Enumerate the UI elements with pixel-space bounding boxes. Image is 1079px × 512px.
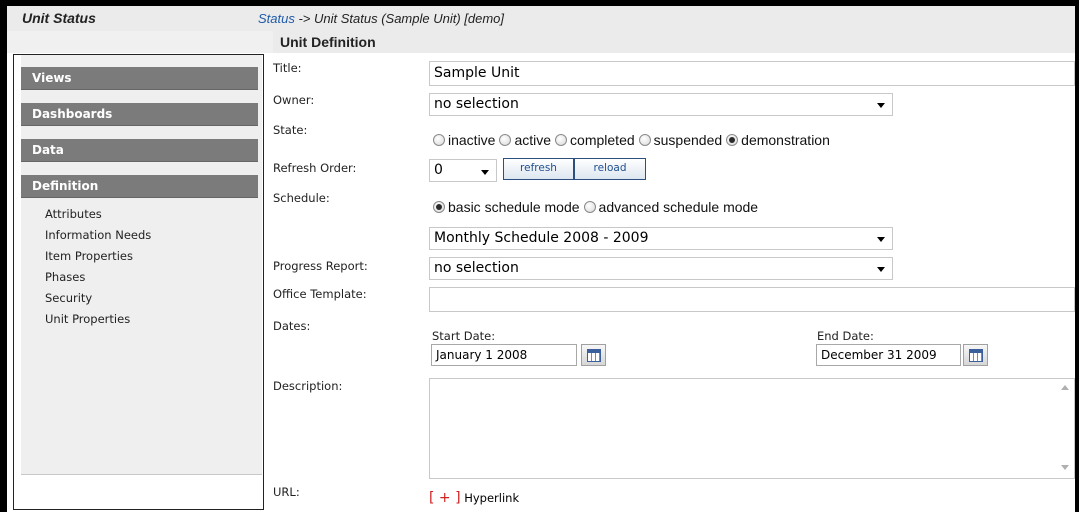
progress-report-value: no selection (434, 260, 519, 276)
schedule-mode-label: advanced schedule mode (598, 199, 759, 215)
sidebar-item-attributes[interactable]: Attributes (45, 207, 102, 221)
radio-selected-icon[interactable] (726, 134, 739, 146)
calendar-icon (969, 349, 983, 362)
add-hyperlink-icon[interactable]: [ + ] (429, 490, 461, 506)
scroll-down-icon[interactable] (1061, 465, 1069, 470)
url-label: URL: (273, 485, 300, 499)
radio-icon[interactable] (583, 201, 596, 213)
chevron-down-icon (877, 237, 885, 242)
sidebar-item-security[interactable]: Security (45, 291, 92, 305)
state-label: State: (273, 123, 308, 137)
sidebar-data[interactable]: Data (21, 139, 258, 162)
reload-button[interactable]: reload (574, 158, 646, 180)
end-date-calendar-button[interactable] (963, 344, 988, 366)
state-option-label: inactive (448, 132, 496, 148)
refresh-button[interactable]: refresh (503, 158, 574, 180)
description-label: Description: (273, 379, 343, 393)
sidebar-panel: Views Dashboards Data Definition Attribu… (21, 55, 262, 475)
state-option-completed[interactable]: completed (555, 132, 635, 148)
add-hyperlink[interactable]: [ + ] Hyperlink (429, 490, 519, 506)
state-option-label: suspended (653, 132, 723, 148)
radio-icon[interactable] (555, 134, 568, 146)
office-template-input[interactable] (429, 287, 1075, 312)
breadcrumb: Status -> Unit Status (Sample Unit) [dem… (258, 11, 504, 26)
start-date-label: Start Date: (432, 329, 496, 343)
window-frame-left (0, 0, 7, 512)
scroll-up-icon[interactable] (1061, 385, 1069, 390)
section-header: Unit Definition (273, 31, 1075, 53)
progress-report-select[interactable]: no selection (429, 257, 893, 280)
calendar-icon (587, 349, 601, 362)
sidebar-item-unit-properties[interactable]: Unit Properties (45, 312, 130, 326)
refresh-order-label: Refresh Order: (273, 161, 357, 175)
state-option-suspended[interactable]: suspended (638, 132, 723, 148)
sidebar-item-item-properties[interactable]: Item Properties (45, 249, 133, 263)
sidebar-definition[interactable]: Definition (21, 175, 258, 198)
start-date-input[interactable]: January 1 2008 (431, 344, 577, 366)
radio-icon[interactable] (433, 134, 445, 146)
radio-icon[interactable] (499, 134, 512, 146)
breadcrumb-status-link[interactable]: Status (258, 11, 295, 26)
dates-label: Dates: (273, 319, 311, 333)
top-bar: Unit Status Status -> Unit Status (Sampl… (7, 6, 1075, 31)
owner-select[interactable]: no selection (429, 93, 893, 116)
owner-label: Owner: (273, 93, 315, 107)
progress-report-label: Progress Report: (273, 259, 368, 273)
state-radio-group: inactive active completed suspended demo… (433, 132, 834, 148)
end-date-label: End Date: (817, 329, 874, 343)
window-frame-right (1075, 0, 1079, 512)
title-input[interactable]: Sample Unit (429, 61, 1075, 86)
breadcrumb-current: -> Unit Status (Sample Unit) [demo] (294, 11, 505, 26)
hyperlink-text[interactable]: Hyperlink (464, 491, 519, 505)
end-date-input[interactable]: December 31 2009 (816, 344, 961, 366)
app-title: Unit Status (22, 10, 96, 26)
refresh-order-select[interactable]: 0 (429, 159, 497, 182)
radio-selected-icon[interactable] (433, 201, 445, 213)
state-option-label: demonstration (741, 132, 830, 148)
title-label: Title: (273, 61, 302, 75)
schedule-mode-basic[interactable]: basic schedule mode (433, 199, 580, 215)
chevron-down-icon (877, 103, 885, 108)
schedule-mode-advanced[interactable]: advanced schedule mode (583, 199, 759, 215)
sidebar: Views Dashboards Data Definition Attribu… (13, 54, 264, 510)
schedule-mode-radio-group: basic schedule mode advanced schedule mo… (433, 199, 762, 215)
section-title: Unit Definition (280, 34, 376, 50)
state-option-active[interactable]: active (499, 132, 551, 148)
state-option-label: completed (570, 132, 635, 148)
sidebar-views[interactable]: Views (21, 67, 258, 90)
sidebar-item-information-needs[interactable]: Information Needs (45, 228, 151, 242)
chevron-down-icon (877, 267, 885, 272)
state-option-demonstration[interactable]: demonstration (726, 132, 830, 148)
sidebar-header-strip (7, 31, 273, 53)
sidebar-dashboards[interactable]: Dashboards (21, 103, 258, 126)
office-template-label: Office Template: (273, 287, 367, 301)
sidebar-item-phases[interactable]: Phases (45, 270, 85, 284)
chevron-down-icon (481, 170, 489, 175)
refresh-order-value: 0 (434, 162, 443, 178)
radio-icon[interactable] (638, 134, 651, 146)
schedule-mode-label: basic schedule mode (448, 199, 580, 215)
start-date-calendar-button[interactable] (581, 344, 606, 366)
description-textarea[interactable] (429, 378, 1075, 479)
state-option-inactive[interactable]: inactive (433, 132, 495, 148)
state-option-label: active (514, 132, 552, 148)
schedule-select[interactable]: Monthly Schedule 2008 - 2009 (429, 227, 893, 250)
schedule-label: Schedule: (273, 191, 330, 205)
schedule-select-value: Monthly Schedule 2008 - 2009 (434, 230, 649, 246)
owner-select-value: no selection (434, 96, 519, 112)
